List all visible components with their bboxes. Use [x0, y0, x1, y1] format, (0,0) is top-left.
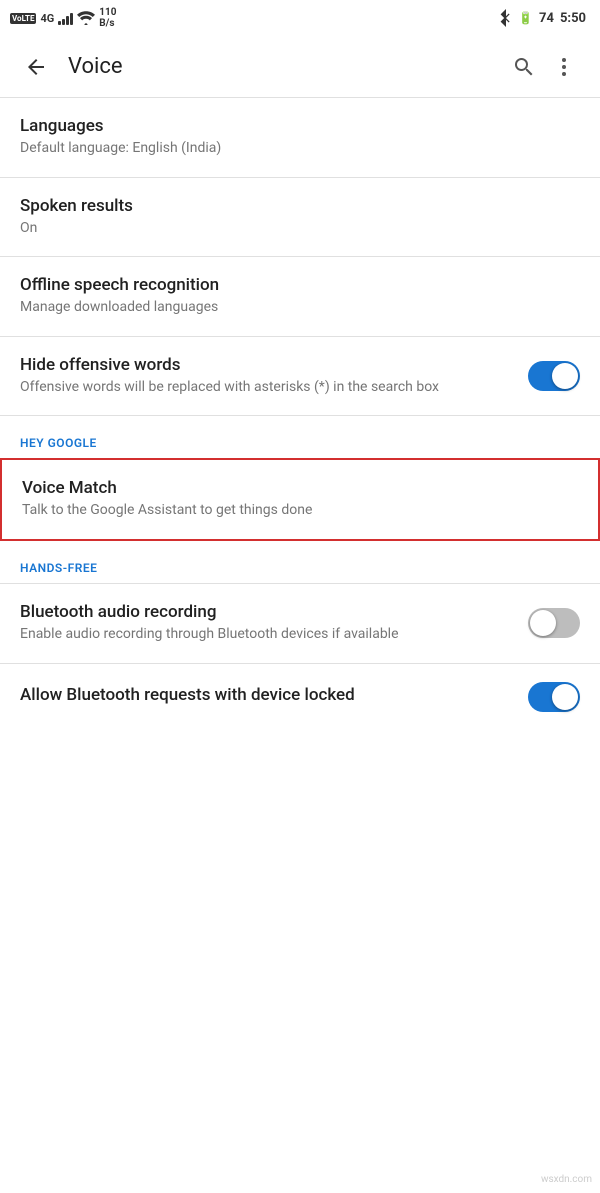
- status-left: VoLTE 4G 110B/s: [10, 7, 117, 29]
- settings-item-voice-match[interactable]: Voice Match Talk to the Google Assistant…: [0, 458, 600, 541]
- settings-item-title: Languages: [20, 116, 580, 136]
- settings-item-offline-speech[interactable]: Offline speech recognition Manage downlo…: [0, 257, 600, 337]
- settings-item-bluetooth-audio[interactable]: Bluetooth audio recording Enable audio r…: [0, 584, 600, 664]
- battery-icon: 🔋: [518, 11, 533, 25]
- bluetooth-audio-toggle[interactable]: [528, 608, 580, 638]
- settings-item-title: Offline speech recognition: [20, 275, 580, 295]
- settings-item-content: Bluetooth audio recording Enable audio r…: [20, 602, 512, 645]
- settings-item-title: Hide offensive words: [20, 355, 512, 375]
- settings-item-content: Hide offensive words Offensive words wil…: [20, 355, 512, 398]
- page-title: Voice: [68, 54, 504, 79]
- status-bar: VoLTE 4G 110B/s 🔋 74 5:50: [0, 0, 600, 36]
- settings-item-title: Allow Bluetooth requests with device loc…: [20, 685, 512, 705]
- settings-item-title: Spoken results: [20, 196, 580, 216]
- bluetooth-icon: [500, 9, 512, 27]
- settings-item-subtitle: On: [20, 219, 580, 239]
- watermark: wsxdn.com: [541, 1174, 592, 1185]
- battery-level: 74: [539, 11, 554, 26]
- app-bar: Voice: [0, 36, 600, 98]
- search-button[interactable]: [504, 47, 544, 87]
- settings-item-content: Offline speech recognition Manage downlo…: [20, 275, 580, 318]
- settings-item-spoken-results[interactable]: Spoken results On: [0, 178, 600, 258]
- status-right: 🔋 74 5:50: [500, 9, 586, 27]
- time-display: 5:50: [560, 11, 586, 26]
- settings-item-hide-offensive[interactable]: Hide offensive words Offensive words wil…: [0, 337, 600, 417]
- toggle-thumb: [552, 363, 578, 389]
- speed-indicator: 110B/s: [99, 7, 116, 29]
- section-header-hey-google: HEY GOOGLE: [0, 416, 600, 458]
- settings-item-subtitle: Default language: English (India): [20, 139, 580, 159]
- settings-item-title: Voice Match: [22, 478, 578, 498]
- bluetooth-requests-toggle[interactable]: [528, 682, 580, 712]
- settings-item-subtitle: Offensive words will be replaced with as…: [20, 378, 512, 398]
- wifi-icon: [77, 11, 95, 25]
- search-icon: [512, 55, 536, 79]
- settings-list: Languages Default language: English (Ind…: [0, 98, 600, 730]
- settings-item-languages[interactable]: Languages Default language: English (Ind…: [0, 98, 600, 178]
- settings-item-subtitle: Manage downloaded languages: [20, 298, 580, 318]
- settings-item-subtitle: Talk to the Google Assistant to get thin…: [22, 501, 578, 521]
- settings-item-content: Languages Default language: English (Ind…: [20, 116, 580, 159]
- toggle-thumb: [552, 684, 578, 710]
- settings-item-bluetooth-requests[interactable]: Allow Bluetooth requests with device loc…: [0, 664, 600, 730]
- settings-item-content: Voice Match Talk to the Google Assistant…: [22, 478, 578, 521]
- settings-item-content: Allow Bluetooth requests with device loc…: [20, 685, 512, 708]
- back-button[interactable]: [16, 47, 56, 87]
- more-vert-icon: [552, 55, 576, 79]
- back-arrow-icon: [24, 55, 48, 79]
- settings-item-title: Bluetooth audio recording: [20, 602, 512, 622]
- settings-item-content: Spoken results On: [20, 196, 580, 239]
- signal-bars-icon: [58, 11, 73, 25]
- hide-offensive-toggle[interactable]: [528, 361, 580, 391]
- more-options-button[interactable]: [544, 47, 584, 87]
- section-header-hands-free: HANDS-FREE: [0, 541, 600, 583]
- network-type: 4G: [40, 12, 54, 25]
- settings-item-subtitle: Enable audio recording through Bluetooth…: [20, 625, 512, 645]
- volte-badge: VoLTE: [10, 13, 36, 24]
